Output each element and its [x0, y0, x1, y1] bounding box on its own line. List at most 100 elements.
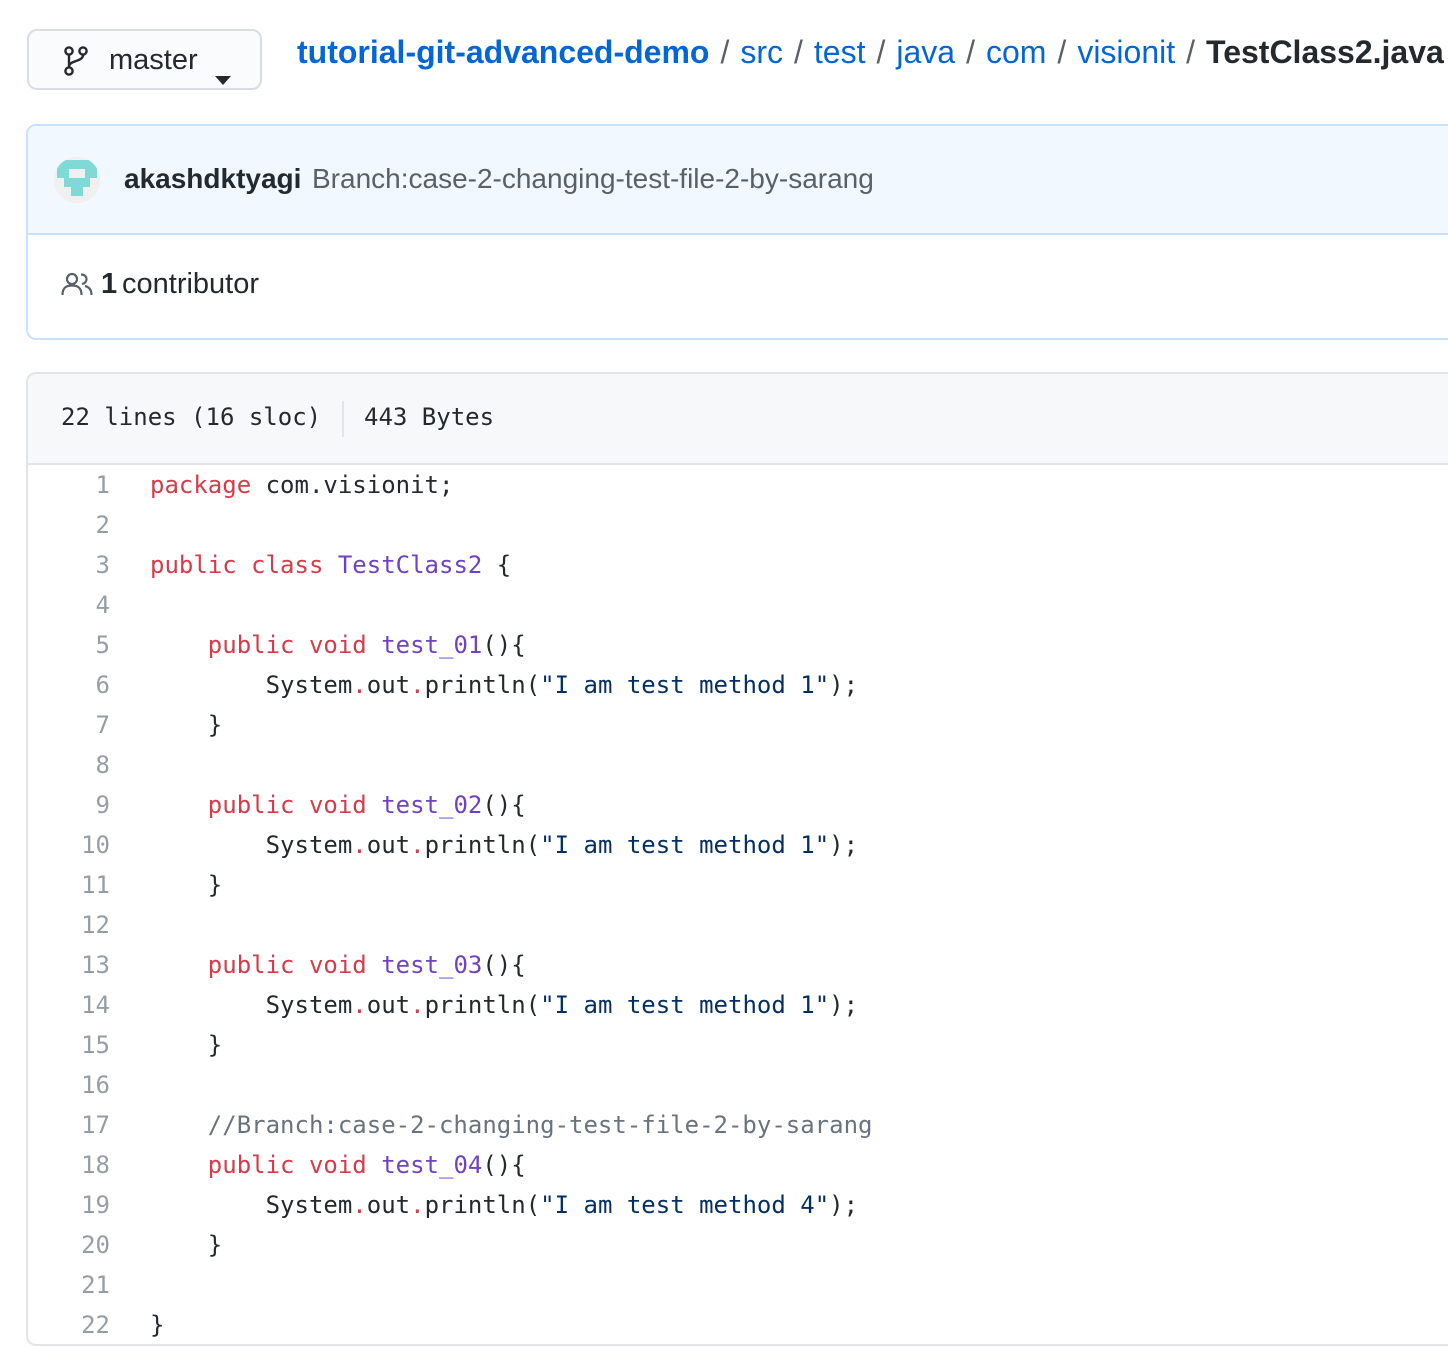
code-token: package — [150, 471, 252, 499]
line-number[interactable]: 4 — [28, 585, 110, 625]
git-branch-icon — [63, 46, 89, 84]
code-token: System — [150, 831, 353, 859]
code-token: //Branch:case-2-changing-test-file-2-by-… — [207, 1111, 873, 1139]
branch-selector-button[interactable]: master — [27, 29, 262, 90]
code-token: System — [150, 1191, 353, 1219]
code-token: TestClass2 — [337, 551, 483, 579]
line-number[interactable]: 7 — [28, 705, 110, 745]
line-number[interactable]: 12 — [28, 905, 110, 945]
contributor-label: contributor — [122, 268, 260, 300]
code-text: public void test_02(){ — [150, 785, 526, 825]
code-line: 14 System.out.println("I am test method … — [28, 985, 1448, 1025]
contributors-row[interactable]: 1 contributor — [28, 235, 1448, 338]
code-token: out — [366, 831, 411, 859]
line-number[interactable]: 9 — [28, 785, 110, 825]
code-line: 3 public class TestClass2 { — [28, 545, 1448, 585]
code-line: 17 //Branch:case-2-changing-test-file-2-… — [28, 1105, 1448, 1145]
branch-name: master — [109, 44, 198, 76]
line-number[interactable]: 1 — [28, 465, 110, 505]
line-number[interactable]: 11 — [28, 865, 110, 905]
code-line: 8 — [28, 745, 1448, 785]
breadcrumb-separator: / — [794, 34, 803, 70]
code-line: 13 public void test_03(){ — [28, 945, 1448, 985]
line-number[interactable]: 13 — [28, 945, 110, 985]
code-text: } — [150, 1025, 222, 1065]
code-token: class — [251, 551, 324, 579]
file-info-divider — [342, 401, 344, 437]
line-number[interactable]: 21 — [28, 1265, 110, 1305]
code-token: "I am test method 1" — [540, 991, 830, 1019]
file-info-header: 22 lines (16 sloc) 443 Bytes — [28, 374, 1448, 465]
code-text: } — [150, 865, 222, 905]
code-text: System.out.println("I am test method 4")… — [150, 1185, 858, 1225]
line-number[interactable]: 17 — [28, 1105, 110, 1145]
code-token: public — [207, 791, 295, 819]
code-token: (){ — [482, 1151, 526, 1179]
breadcrumb-visionit-link[interactable]: visionit — [1077, 34, 1175, 71]
code-token: println( — [424, 1191, 541, 1219]
line-number[interactable]: 19 — [28, 1185, 110, 1225]
line-number[interactable]: 6 — [28, 665, 110, 705]
line-number[interactable]: 3 — [28, 545, 110, 585]
code-line: 16 — [28, 1065, 1448, 1105]
code-token: ); — [829, 991, 859, 1019]
avatar[interactable] — [54, 157, 100, 203]
line-number[interactable]: 16 — [28, 1065, 110, 1105]
code-token: . — [410, 671, 425, 699]
file-viewer: 22 lines (16 sloc) 443 Bytes 1 package co… — [26, 372, 1448, 1346]
breadcrumb-src-link[interactable]: src — [740, 34, 783, 71]
code-token: . — [352, 671, 367, 699]
code-token: out — [366, 991, 411, 1019]
line-number[interactable]: 15 — [28, 1025, 110, 1065]
code-line: 22} — [28, 1305, 1448, 1344]
commit-author-link[interactable]: akashdktyagi — [124, 163, 301, 195]
line-number[interactable]: 2 — [28, 505, 110, 545]
commit-message-link[interactable]: Branch:case-2-changing-test-file-2-by-sa… — [312, 163, 874, 195]
breadcrumb-separator: / — [720, 34, 730, 70]
file-line-count: 22 lines (16 sloc) — [61, 403, 322, 431]
code-line: 9 public void test_02(){ — [28, 785, 1448, 825]
code-token: } — [150, 1231, 223, 1259]
line-number[interactable]: 18 — [28, 1145, 110, 1185]
code-token: . — [410, 991, 425, 1019]
code-line: 1 package com.visionit; — [28, 465, 1448, 505]
code-token: void — [308, 631, 367, 659]
breadcrumb-test-link[interactable]: test — [814, 34, 866, 71]
code-line: 12 — [28, 905, 1448, 945]
line-number[interactable]: 10 — [28, 825, 110, 865]
code-token: } — [150, 711, 223, 739]
breadcrumb-com-link[interactable]: com — [986, 34, 1046, 71]
code-token: public — [150, 551, 237, 579]
code-token: . — [410, 831, 425, 859]
code-token: void — [308, 951, 367, 979]
code-token: . — [352, 991, 367, 1019]
code-token: test_02 — [381, 791, 483, 819]
breadcrumb-separator: / — [1057, 34, 1067, 70]
code-line: 21 — [28, 1265, 1448, 1305]
code-token: } — [150, 871, 223, 899]
line-number[interactable]: 5 — [28, 625, 110, 665]
people-icon — [61, 272, 93, 301]
breadcrumb-repo-link[interactable]: tutorial-git-advanced-demo — [297, 34, 709, 71]
code-token: test_03 — [381, 951, 483, 979]
file-size: 443 Bytes — [364, 403, 495, 431]
breadcrumb: tutorial-git-advanced-demo / src / test … — [297, 34, 1444, 71]
line-number[interactable]: 22 — [28, 1305, 110, 1344]
line-number[interactable]: 14 — [28, 985, 110, 1025]
code-token: "I am test method 4" — [540, 1191, 830, 1219]
breadcrumb-separator: / — [876, 34, 886, 70]
code-token: com.visionit; — [251, 471, 454, 499]
line-number[interactable]: 8 — [28, 745, 110, 785]
code-text: } — [150, 1225, 222, 1265]
breadcrumb-java-link[interactable]: java — [896, 34, 955, 71]
code-token: out — [366, 671, 411, 699]
code-token: void — [308, 791, 367, 819]
line-number[interactable]: 20 — [28, 1225, 110, 1265]
code-text: //Branch:case-2-changing-test-file-2-by-… — [150, 1105, 873, 1145]
